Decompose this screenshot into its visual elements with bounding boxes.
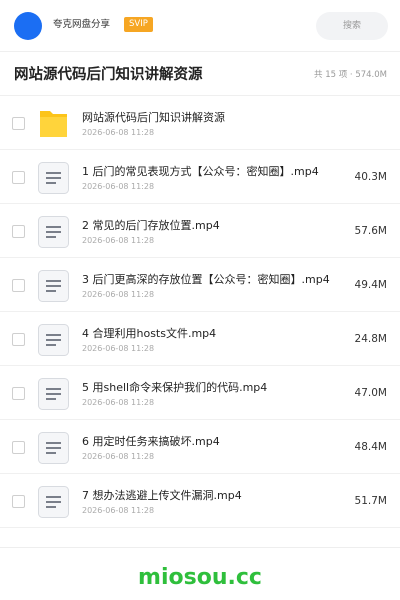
file-icon	[38, 486, 69, 518]
file-size: 51.7M	[354, 495, 387, 507]
list-item-file[interactable]: 5 用shell命令来保护我们的代码.mp4 2026-06-08 11:28 …	[0, 366, 400, 420]
search-button[interactable]: 搜索	[316, 12, 388, 40]
select-checkbox[interactable]	[12, 117, 25, 130]
file-icon	[38, 378, 69, 410]
file-date: 2026-06-08 11:28	[82, 452, 155, 461]
file-icon	[38, 162, 69, 194]
select-checkbox[interactable]	[12, 171, 25, 184]
select-checkbox[interactable]	[12, 387, 25, 400]
file-date: 2026-06-08 11:28	[82, 398, 155, 407]
file-size: 49.4M	[354, 279, 387, 291]
file-size: 40.3M	[354, 171, 387, 183]
list-item-folder[interactable]: 网站源代码后门知识讲解资源 2026-06-08 11:28	[0, 96, 400, 150]
select-checkbox[interactable]	[12, 441, 25, 454]
page-title: 网站源代码后门知识讲解资源	[14, 67, 203, 83]
file-name: 1 后门的常见表现方式【公众号：密知圈】.mp4	[82, 165, 319, 178]
file-size: 48.4M	[354, 441, 387, 453]
file-date: 2026-06-08 11:28	[82, 236, 155, 245]
file-size: 47.0M	[354, 387, 387, 399]
list-item-file[interactable]: 6 用定时任务来搞破坏.mp4 2026-06-08 11:28 48.4M	[0, 420, 400, 474]
file-name: 4 合理利用hosts文件.mp4	[82, 327, 217, 340]
top-bar: 夸克网盘分享 SVIP 搜索	[0, 0, 400, 52]
share-owner-name: 夸克网盘分享	[53, 19, 111, 30]
file-icon	[38, 270, 69, 302]
select-checkbox[interactable]	[12, 333, 25, 346]
file-size: 24.8M	[354, 333, 387, 345]
select-checkbox[interactable]	[12, 279, 25, 292]
list-item-file[interactable]: 1 后门的常见表现方式【公众号：密知圈】.mp4 2026-06-08 11:2…	[0, 150, 400, 204]
file-date: 2026-06-08 11:28	[82, 506, 155, 515]
file-name: 2 常见的后门存放位置.mp4	[82, 219, 220, 232]
file-name: 5 用shell命令来保护我们的代码.mp4	[82, 381, 268, 394]
watermark: miosou.cc	[138, 565, 262, 590]
select-checkbox[interactable]	[12, 495, 25, 508]
file-icon	[38, 324, 69, 356]
folder-icon	[40, 111, 67, 137]
file-name: 6 用定时任务来搞破坏.mp4	[82, 435, 220, 448]
list-item-file[interactable]: 3 后门更高深的存放位置【公众号：密知圈】.mp4 2026-06-08 11:…	[0, 258, 400, 312]
file-date: 2026-06-08 11:28	[82, 128, 155, 137]
footer-divider	[0, 547, 400, 548]
file-icon	[38, 216, 69, 248]
list-item-file[interactable]: 2 常见的后门存放位置.mp4 2026-06-08 11:28 57.6M	[0, 204, 400, 258]
list-item-file[interactable]: 7 想办法逃避上传文件漏洞.mp4 2026-06-08 11:28 51.7M	[0, 474, 400, 528]
folder-title-bar: 网站源代码后门知识讲解资源 共 15 项 · 574.0M	[0, 53, 400, 96]
file-name: 网站源代码后门知识讲解资源	[82, 111, 225, 124]
file-list: 网站源代码后门知识讲解资源 2026-06-08 11:28 1 后门的常见表现…	[0, 96, 400, 528]
list-item-file[interactable]: 4 合理利用hosts文件.mp4 2026-06-08 11:28 24.8M	[0, 312, 400, 366]
file-date: 2026-06-08 11:28	[82, 344, 155, 353]
select-checkbox[interactable]	[12, 225, 25, 238]
file-date: 2026-06-08 11:28	[82, 182, 155, 191]
file-name: 7 想办法逃避上传文件漏洞.mp4	[82, 489, 242, 502]
file-name: 3 后门更高深的存放位置【公众号：密知圈】.mp4	[82, 273, 330, 286]
item-count-summary: 共 15 项 · 574.0M	[314, 70, 387, 80]
svip-badge: SVIP	[124, 17, 153, 32]
avatar[interactable]	[14, 12, 42, 40]
file-size: 57.6M	[354, 225, 387, 237]
file-icon	[38, 432, 69, 464]
file-date: 2026-06-08 11:28	[82, 290, 155, 299]
